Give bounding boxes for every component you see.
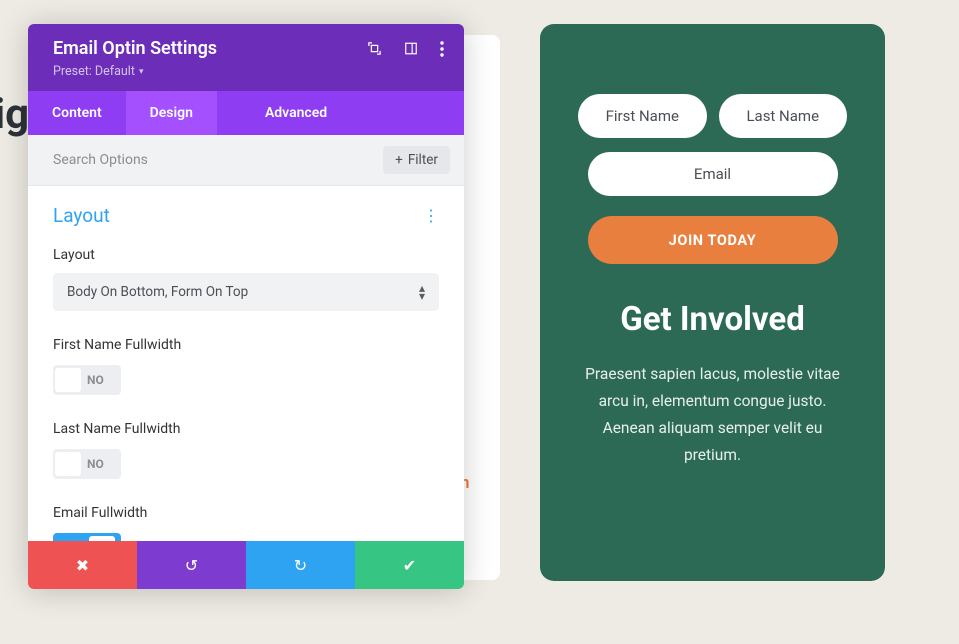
preset-label: Preset: Default xyxy=(53,64,135,79)
expand-icon[interactable] xyxy=(367,41,382,56)
layout-label: Layout xyxy=(53,247,439,263)
background-text: ig xyxy=(0,90,29,139)
layout-select[interactable]: Body On Bottom, Form On Top ▴▾ xyxy=(53,273,439,311)
preview-heading: Get Involved xyxy=(578,300,847,339)
filter-button[interactable]: + Filter xyxy=(383,146,450,174)
more-icon[interactable] xyxy=(440,41,444,57)
tab-advanced[interactable]: Advanced xyxy=(241,91,351,135)
section-title[interactable]: Layout xyxy=(53,204,110,227)
panel-header: Email Optin Settings xyxy=(28,24,464,91)
preview-card: First Name Last Name Email JOIN TODAY Ge… xyxy=(540,24,885,581)
join-button[interactable]: JOIN TODAY xyxy=(588,216,838,264)
toggle-knob xyxy=(55,452,81,476)
action-bar: ✖ ↺ ↻ ✔ xyxy=(28,541,464,589)
search-row: Search Options + Filter xyxy=(28,135,464,186)
first-name-fullwidth-toggle[interactable]: NO xyxy=(53,365,121,395)
snap-icon[interactable] xyxy=(404,41,418,56)
last-name-fullwidth-toggle[interactable]: NO xyxy=(53,449,121,479)
undo-icon: ↺ xyxy=(185,556,198,575)
redo-icon: ↻ xyxy=(294,556,307,575)
filter-label: Filter xyxy=(408,152,438,168)
first-name-input[interactable]: First Name xyxy=(578,94,707,138)
preset-selector[interactable]: Preset: Default ▾ xyxy=(53,64,143,79)
preview-description: Praesent sapien lacus, molestie vitae ar… xyxy=(578,361,847,470)
undo-button[interactable]: ↺ xyxy=(137,541,246,589)
check-icon: ✔ xyxy=(403,556,416,575)
last-name-input[interactable]: Last Name xyxy=(719,94,848,138)
email-input[interactable]: Email xyxy=(588,152,838,196)
toggle-knob xyxy=(89,536,115,541)
close-icon: ✖ xyxy=(76,556,89,575)
tab-design[interactable]: Design xyxy=(126,91,217,135)
select-chevron-icon: ▴▾ xyxy=(419,284,425,300)
tabs: Content Design Advanced xyxy=(28,91,464,135)
last-name-fullwidth-label: Last Name Fullwidth xyxy=(53,421,439,437)
toggle-label: NO xyxy=(87,373,104,387)
toggle-knob xyxy=(55,368,81,392)
tab-content[interactable]: Content xyxy=(28,91,126,135)
panel-body: Layout ⋮ Layout Body On Bottom, Form On … xyxy=(28,186,464,541)
email-fullwidth-label: Email Fullwidth xyxy=(53,505,439,521)
section-menu-icon[interactable]: ⋮ xyxy=(423,206,439,225)
email-fullwidth-toggle[interactable]: YES xyxy=(53,533,121,541)
close-button[interactable]: ✖ xyxy=(28,541,137,589)
plus-icon: + xyxy=(395,152,403,168)
first-name-fullwidth-label: First Name Fullwidth xyxy=(53,337,439,353)
panel-title: Email Optin Settings xyxy=(53,38,217,59)
settings-panel: Email Optin Settings xyxy=(28,24,464,589)
redo-button[interactable]: ↻ xyxy=(246,541,355,589)
save-button[interactable]: ✔ xyxy=(355,541,464,589)
toggle-label: NO xyxy=(87,457,104,471)
search-input[interactable]: Search Options xyxy=(53,152,148,168)
chevron-down-icon: ▾ xyxy=(139,67,144,77)
layout-value: Body On Bottom, Form On Top xyxy=(67,284,248,300)
